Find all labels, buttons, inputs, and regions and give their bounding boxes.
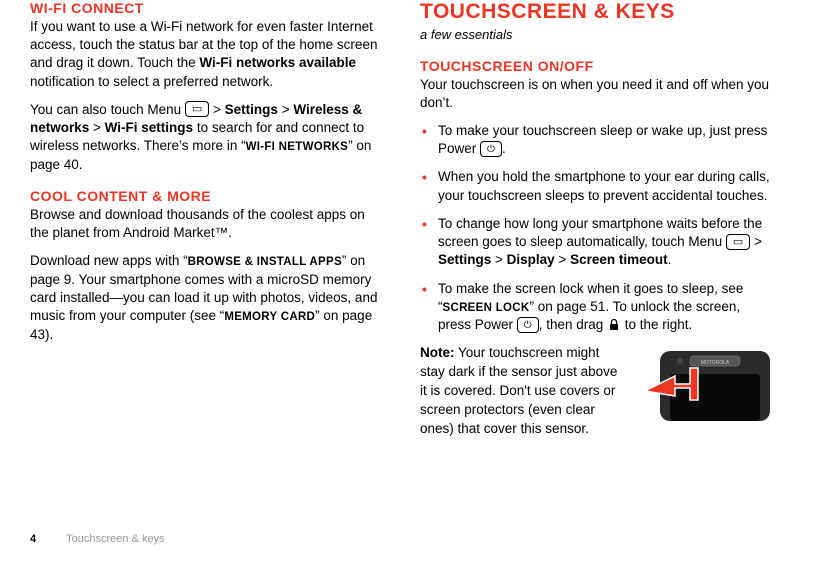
settings-label: Settings [438, 252, 491, 267]
menu-key-icon [185, 101, 209, 117]
wifi-heading: WI-FI CONNECT [30, 0, 380, 16]
sep: > [555, 252, 570, 267]
touchscreen-keys-heading: TOUCHSCREEN & KEYS [420, 0, 770, 24]
bullet-list: To make your touchscreen sleep or wake u… [420, 122, 770, 334]
wifi-para-2: You can also touch Menu > Settings > Wir… [30, 101, 380, 174]
note-block: MOTOROLA Note: Your touchscreen might st… [420, 344, 770, 438]
text: notification to select a preferred netwo… [30, 74, 273, 89]
text: > [750, 234, 762, 249]
cool-para-2: Download new apps with “BROWSE & INSTALL… [30, 252, 380, 344]
bullet-1: To make your touchscreen sleep or wake u… [420, 122, 770, 158]
text: You can also touch Menu [30, 102, 185, 117]
cool-para-1: Browse and download thousands of the coo… [30, 206, 380, 242]
browse-install-ref: BROWSE & INSTALL APPS [188, 256, 342, 268]
phone-illustration: MOTOROLA [640, 346, 770, 421]
footer-section: Touchscreen & keys [66, 533, 164, 545]
note-text-wrapped: Note: Your touchscreen might stay dark i… [420, 344, 620, 401]
svg-text:MOTOROLA: MOTOROLA [701, 360, 730, 366]
memory-card-ref: MEMORY CARD [224, 311, 315, 323]
screen-lock-ref: SCREEN LOCK [443, 302, 530, 314]
lock-icon [607, 318, 621, 332]
settings-label: Settings [225, 102, 278, 117]
screen-timeout-label: Screen timeout [570, 252, 668, 267]
page-number: 4 [30, 533, 36, 545]
sep: > [278, 102, 293, 117]
menu-key-icon [726, 234, 750, 250]
onoff-intro: Your touchscreen is on when you need it … [420, 76, 770, 112]
touchscreen-onoff-heading: TOUCHSCREEN ON/OFF [420, 58, 770, 74]
text: . [502, 141, 506, 156]
bullet-2: When you hold the smartphone to your ear… [420, 168, 770, 204]
note-label: Note: [420, 345, 455, 360]
wifi-networks-ref: WI-FI NETWORKS [246, 141, 349, 153]
text: Download new apps with “ [30, 253, 188, 268]
left-column: WI-FI CONNECT If you want to use a Wi-Fi… [30, 0, 380, 449]
wifi-settings-label: Wi-Fi settings [105, 120, 193, 135]
text: . [668, 252, 672, 267]
text: , then drag [539, 317, 607, 332]
text: > [209, 102, 224, 117]
wifi-networks-available-label: Wi-Fi networks available [199, 55, 356, 70]
bullet-3: To change how long your smartphone waits… [420, 215, 770, 270]
text: To change how long your smartphone waits… [438, 216, 762, 249]
sep: > [89, 120, 104, 135]
display-label: Display [507, 252, 555, 267]
wifi-para-1: If you want to use a Wi-Fi network for e… [30, 18, 380, 91]
text: to the right. [621, 317, 692, 332]
sep: > [491, 252, 506, 267]
power-key-icon [480, 141, 502, 157]
bullet-4: To make the screen lock when it goes to … [420, 280, 770, 335]
subtitle: a few essentials [420, 26, 770, 44]
power-key-icon [517, 317, 539, 333]
page-footer: 4 Touchscreen & keys [30, 533, 165, 545]
right-column: TOUCHSCREEN & KEYS a few essentials TOUC… [420, 0, 770, 449]
cool-content-heading: COOL CONTENT & MORE [30, 188, 380, 204]
